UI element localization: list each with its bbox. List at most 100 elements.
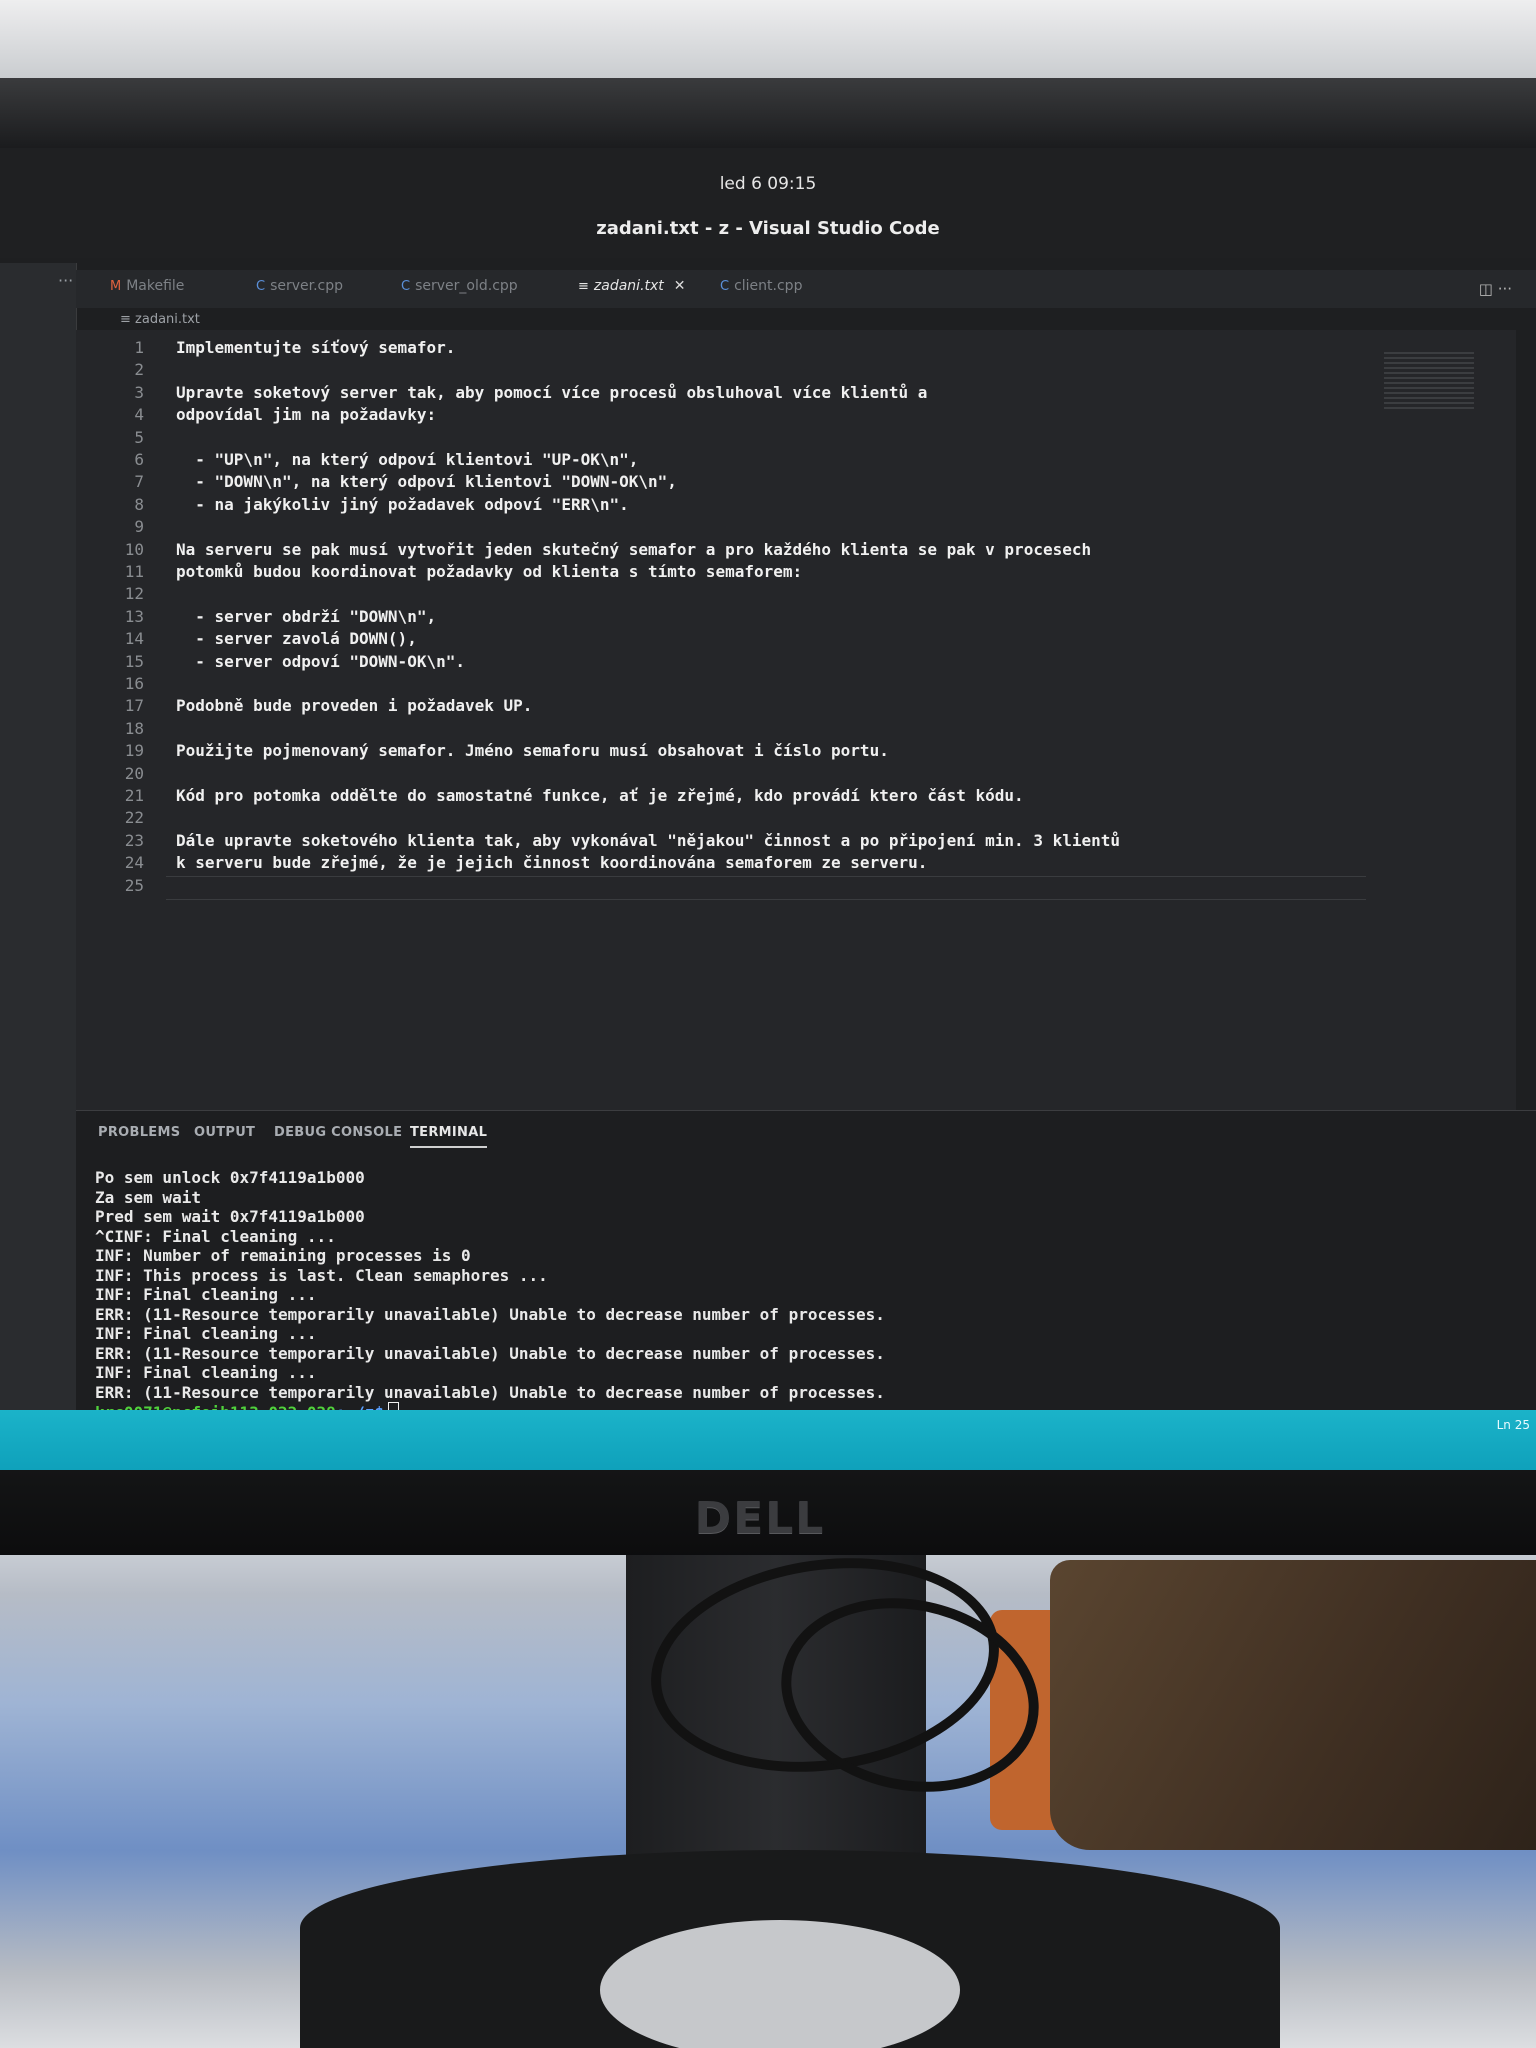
terminal-line: ERR: (11-Resource temporarily unavailabl… — [95, 1382, 885, 1402]
editor-line[interactable]: 12 — [76, 584, 1476, 606]
system-top-bar: led 6 09:15 zadani.txt - z - Visual Stud… — [0, 148, 1536, 258]
explorer-sidebar[interactable]: ··· — [0, 263, 77, 1423]
tab-server-cpp[interactable]: Cserver.cpp — [256, 278, 343, 304]
line-text: Na serveru se pak musí vytvořit jeden sk… — [176, 539, 1092, 559]
editor-line[interactable]: 14 - server zavolá DOWN(), — [76, 629, 1476, 651]
system-clock[interactable]: led 6 09:15 — [0, 174, 1536, 194]
line-number: 24 — [124, 853, 144, 873]
desk-surface — [600, 1920, 960, 2048]
tab-label: client.cpp — [734, 278, 803, 294]
panel-tab-problems[interactable]: PROBLEMS — [98, 1125, 180, 1140]
line-number: 19 — [124, 741, 144, 761]
editor-line[interactable]: 8 - na jakýkoliv jiný požadavek odpoví "… — [76, 495, 1476, 517]
close-tab-icon[interactable]: ✕ — [674, 278, 686, 294]
line-text: - "DOWN\n", na který odpoví klientovi "D… — [176, 472, 677, 492]
panel-tab-output[interactable]: OUTPUT — [194, 1125, 255, 1140]
editor-line[interactable]: 21 Kód pro potomka oddělte do samostatné … — [76, 786, 1476, 808]
editor-line[interactable]: 3 Upravte soketový server tak, aby pomocí… — [76, 383, 1476, 405]
tab-server-old-cpp[interactable]: Cserver_old.cpp — [401, 278, 518, 304]
line-number: 14 — [124, 629, 144, 649]
editor-line[interactable]: 2 — [76, 360, 1476, 382]
line-number: 7 — [134, 472, 144, 492]
line-text: odpovídal jim na požadavky: — [176, 405, 437, 425]
tab-zadani-txt[interactable]: ≡ zadani.txt ✕ — [578, 278, 686, 304]
terminal-line: INF: Final cleaning ... — [95, 1363, 317, 1382]
terminal-line: ^CINF: Final cleaning ... — [95, 1226, 336, 1246]
editor-line[interactable]: 22 — [76, 808, 1476, 830]
terminal-line: INF: This process is last. Clean semapho… — [95, 1265, 548, 1285]
line-number: 11 — [124, 562, 144, 581]
tab-label: Makefile — [126, 278, 185, 294]
line-text: - na jakýkoliv jiný požadavek odpoví "ER… — [176, 494, 629, 514]
line-number: 25 — [124, 875, 144, 895]
editor-line[interactable]: 24 k serveru bude zřejmé, že je jejich či… — [76, 853, 1476, 875]
editor-line[interactable]: 10 Na serveru se pak musí vytvořit jeden … — [76, 540, 1476, 562]
minimap[interactable] — [1384, 352, 1474, 412]
editor-line[interactable]: 15 - server odpoví "DOWN-OK\n". — [76, 652, 1476, 674]
editor-line[interactable]: 9 — [76, 517, 1476, 539]
line-text: Dále upravte soketového klienta tak, aby… — [176, 830, 1121, 850]
tab-makefile[interactable]: M Makefile — [110, 278, 184, 304]
terminal-line: INF: Final cleaning ... — [95, 1285, 317, 1304]
editor-line[interactable]: 4 odpovídal jim na požadavky: — [76, 405, 1476, 427]
breadcrumb[interactable]: ≡ zadani.txt — [120, 312, 200, 327]
window-title: zadani.txt - z - Visual Studio Code — [596, 218, 940, 239]
line-number: 23 — [124, 830, 144, 850]
cpp-file-icon: C — [720, 279, 730, 294]
text-editor[interactable]: 1 Implementujte síťový semafor. 2 3 Upravte … — [76, 330, 1516, 1110]
tab-label: server_old.cpp — [415, 278, 518, 294]
editor-line[interactable]: 7 - "DOWN\n", na který odpoví klientovi … — [76, 472, 1476, 494]
editor-line[interactable]: 6 - "UP\n", na který odpoví klientovi "U… — [76, 450, 1476, 472]
bag — [1050, 1560, 1536, 1850]
status-bar: Ln 25 — [0, 1410, 1536, 1470]
line-text: Upravte soketový server tak, aby pomocí … — [176, 382, 928, 402]
terminal-line: Po sem unlock 0x7f4119a1b000 — [95, 1168, 365, 1187]
editor-line[interactable]: 20 — [76, 764, 1476, 786]
makefile-icon: M — [110, 279, 122, 294]
tab-label: server.cpp — [270, 278, 344, 294]
cpp-file-icon: C — [256, 279, 266, 294]
panel-tab-debug-console[interactable]: DEBUG CONSOLE — [274, 1125, 402, 1140]
tab-client-cpp[interactable]: Cclient.cpp — [720, 278, 802, 304]
line-number: 3 — [134, 382, 144, 402]
line-number: 2 — [134, 360, 144, 380]
editor-line[interactable]: 19 Použijte pojmenovaný semafor. Jméno se… — [76, 741, 1476, 763]
editor-line[interactable]: 17 Podobně bude proveden i požadavek UP. — [76, 696, 1476, 718]
line-number: 1 — [134, 338, 144, 357]
line-number: 4 — [134, 405, 144, 425]
editor-line[interactable]: 13 - server obdrží "DOWN\n", — [76, 607, 1476, 629]
line-text: potomků budou koordinovat požadavky od k… — [176, 562, 803, 581]
line-number: 6 — [134, 450, 144, 469]
text-file-icon: ≡ — [578, 279, 589, 294]
wall-background — [0, 0, 1536, 80]
terminal-output[interactable]: Po sem unlock 0x7f4119a1b000 Za sem wait P… — [95, 1168, 1495, 1422]
panel-tab-terminal[interactable]: TERMINAL — [410, 1125, 488, 1148]
cursor-position[interactable]: Ln 25 — [1497, 1418, 1530, 1432]
terminal-line: ERR: (11-Resource temporarily unavailabl… — [95, 1343, 885, 1363]
editor-line[interactable]: 5 — [76, 428, 1476, 450]
more-actions-icon[interactable]: ··· — [58, 271, 73, 290]
terminal-line: ERR: (11-Resource temporarily unavailabl… — [95, 1304, 885, 1324]
editor-line[interactable]: 23 Dále upravte soketového klienta tak, a… — [76, 831, 1476, 853]
dell-logo: DELL — [694, 1493, 826, 1544]
line-number: 22 — [124, 808, 144, 828]
monitor-bezel-top — [0, 78, 1536, 150]
line-number: 21 — [124, 786, 144, 805]
editor-line[interactable]: 16 — [76, 674, 1476, 696]
line-text: Podobně bude proveden i požadavek UP. — [176, 696, 533, 716]
line-number: 5 — [134, 427, 144, 447]
line-number: 9 — [134, 517, 144, 537]
cpp-file-icon: C — [401, 279, 411, 294]
line-number: 18 — [124, 718, 144, 738]
editor-line[interactable]: 18 — [76, 719, 1476, 741]
line-number: 10 — [124, 539, 144, 559]
editor-line[interactable]: 11 potomků budou koordinovat požadavky od… — [76, 562, 1476, 584]
line-number: 8 — [134, 494, 144, 514]
line-text: - "UP\n", na který odpoví klientovi "UP-… — [176, 450, 639, 469]
terminal-line: Pred sem wait 0x7f4119a1b000 — [95, 1207, 365, 1226]
split-editor-icon[interactable]: ◫ ··· — [1479, 280, 1512, 298]
line-text: k serveru bude zřejmé, že je jejich činn… — [176, 853, 928, 873]
line-number: 13 — [124, 606, 144, 626]
editor-line[interactable]: 1 Implementujte síťový semafor. — [76, 338, 1476, 360]
line-text: Použijte pojmenovaný semafor. Jméno sema… — [176, 741, 889, 761]
